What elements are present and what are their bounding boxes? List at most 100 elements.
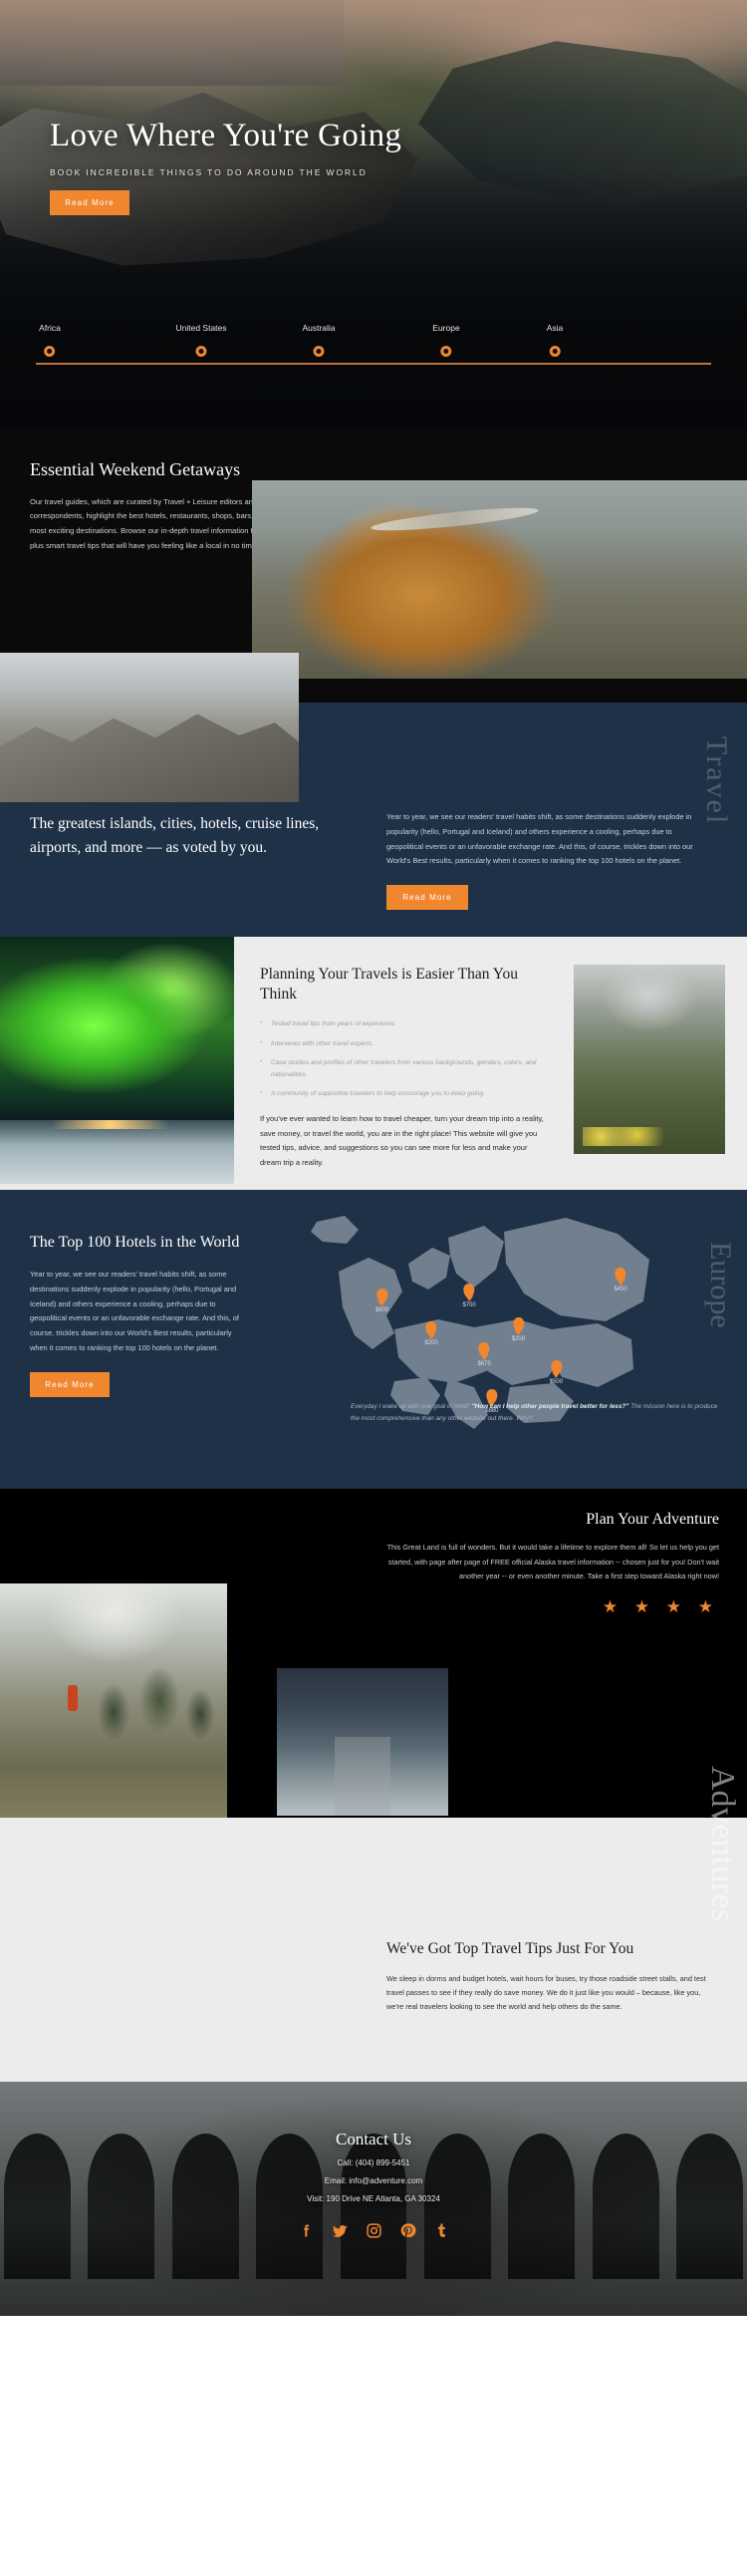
list-item: Interviews with other travel experts. — [260, 1037, 550, 1050]
star-rating: ★ ★ ★ ★ — [375, 1597, 719, 1617]
timeline-label: Australia — [302, 323, 336, 333]
timeline-item-europe[interactable]: Europe — [432, 323, 460, 357]
map-pin-icon — [425, 1321, 437, 1336]
map-pin-price: $200 — [511, 1335, 526, 1342]
planning-heading: Planning Your Travels is Easier Than You… — [260, 966, 518, 1003]
hero-subtitle: BOOK INCREDIBLE THINGS TO DO AROUND THE … — [50, 166, 368, 177]
quote-highlight: "How can I help other people travel bett… — [471, 1403, 629, 1411]
hiker-figure-decoration — [68, 1685, 79, 1712]
cow-horns-decoration — [371, 503, 540, 535]
social-links — [0, 2221, 747, 2240]
mountain-image — [0, 653, 299, 802]
list-item: Case studies and profiles of other trave… — [260, 1056, 550, 1080]
bridge-deck-decoration — [335, 1736, 390, 1817]
hotels-heading: The Top 100 Hotels in the World — [30, 1234, 240, 1252]
timeline-dot-icon[interactable] — [313, 346, 325, 357]
map-pin-price: $450 — [614, 1287, 627, 1293]
mountain-ridge-decoration — [0, 714, 299, 802]
twitter-icon[interactable] — [331, 2221, 350, 2240]
map-pin-icon — [478, 1341, 490, 1356]
timeline-track — [36, 363, 711, 365]
hotels-text-block: The Top 100 Hotels in the World Year to … — [30, 1232, 244, 1397]
travel-landing-page: Love Where You're Going BOOK INCREDIBLE … — [0, 0, 747, 2317]
adventure-body: This Great Land is full of wonders. But … — [386, 1543, 719, 1580]
map-pin-price: $700 — [462, 1302, 476, 1309]
travel-body-text: Year to year, we see our readers' travel… — [386, 812, 693, 866]
footer-phone[interactable]: Call: (404) 899-5451 — [0, 2158, 747, 2167]
map-pin-icon — [512, 1316, 524, 1331]
adventure-text-block: Plan Your Adventure This Great Land is f… — [375, 1511, 719, 1617]
destination-timeline-nav: Africa United States Australia Europe As… — [0, 323, 747, 379]
timeline-dot-icon[interactable] — [44, 346, 56, 357]
essential-heading: Essential Weekend Getaways — [30, 459, 241, 479]
pine-trees-decoration — [91, 1651, 218, 1754]
contact-footer: Contact Us Call: (404) 899-5451 Email: i… — [0, 2082, 747, 2317]
timeline-label: Africa — [39, 323, 61, 333]
tumblr-icon[interactable] — [432, 2221, 451, 2240]
star-icons: ★ ★ ★ ★ — [602, 1597, 719, 1617]
bridge-image — [277, 1668, 448, 1817]
footer-address: Visit: 190 Drive NE Atlanta, GA 30324 — [307, 2194, 440, 2204]
travel-lead-block: The greatest islands, cities, hotels, cr… — [30, 812, 339, 860]
instagram-icon[interactable] — [365, 2221, 383, 2240]
hero-title: Love Where You're Going — [50, 118, 402, 154]
travel-tips-section: Adventures We've Got Top Travel Tips Jus… — [0, 1766, 747, 2083]
adventures-vertical-word: Adventures — [704, 1766, 741, 1923]
travel-body-block: Year to year, we see our readers' travel… — [386, 810, 697, 911]
tips-body: We sleep in dorms and budget hotels, wai… — [386, 1973, 706, 2012]
map-pin-icon — [615, 1268, 626, 1283]
map-pin[interactable]: $800 — [375, 1288, 388, 1313]
timeline-dot-icon[interactable] — [195, 346, 207, 357]
map-pin[interactable]: $200 — [424, 1321, 438, 1347]
aurora-borealis-image — [0, 937, 234, 1184]
planning-body: If you've ever wanted to learn how to tr… — [260, 1113, 544, 1167]
top-hotels-section: The Top 100 Hotels in the World Year to … — [0, 1190, 747, 1490]
footer-title: Contact Us — [335, 2130, 412, 2149]
facebook-icon[interactable] — [297, 2221, 316, 2240]
travel-lead-text: The greatest islands, cities, hotels, cr… — [30, 815, 320, 857]
map-pin[interactable]: $700 — [462, 1284, 476, 1309]
tips-text-block: We've Got Top Travel Tips Just For You W… — [386, 1939, 707, 2014]
timeline-item-africa[interactable]: Africa — [39, 323, 61, 357]
mission-quote: Everyday I wake up with one goal in mind… — [351, 1401, 719, 1425]
highland-cow-image — [252, 480, 747, 679]
pinterest-icon[interactable] — [398, 2221, 417, 2240]
footer-content: Contact Us Call: (404) 899-5451 Email: i… — [0, 2130, 747, 2240]
travel-section: Travel The greatest islands, cities, hot… — [0, 653, 747, 937]
list-item: A community of supportive travelers to h… — [260, 1087, 550, 1100]
europe-vertical-word: Europe — [704, 1242, 737, 1329]
timeline-dot-icon[interactable] — [440, 346, 452, 357]
map-pin[interactable]: $500 — [549, 1359, 564, 1385]
map-pin[interactable]: $200 — [511, 1316, 526, 1342]
timeline-label: Europe — [432, 323, 460, 333]
hotels-read-more-button[interactable]: Read More — [30, 1371, 110, 1397]
timeline-label: Asia — [546, 323, 564, 333]
timeline-item-united-states[interactable]: United States — [175, 323, 227, 357]
hero-section: Love Where You're Going BOOK INCREDIBLE … — [0, 0, 747, 429]
map-pin-icon — [550, 1359, 562, 1374]
wildflowers-decoration — [583, 1127, 674, 1147]
map-pin-price: $800 — [374, 1306, 389, 1313]
map-pin[interactable]: $450 — [614, 1268, 627, 1293]
timeline-item-australia[interactable]: Australia — [302, 323, 336, 357]
travel-read-more-button[interactable]: Read More — [386, 885, 468, 911]
planning-text-block: Planning Your Travels is Easier Than You… — [234, 937, 574, 1190]
map-pin-price: $670 — [477, 1360, 491, 1367]
planning-section: Planning Your Travels is Easier Than You… — [0, 937, 747, 1191]
tips-heading: We've Got Top Travel Tips Just For You — [386, 1940, 634, 1958]
foggy-hillside-image — [574, 965, 725, 1154]
travel-vertical-word: Travel — [700, 736, 733, 826]
footer-email[interactable]: Email: info@adventure.com — [0, 2176, 747, 2185]
map-pin[interactable]: $670 — [477, 1341, 491, 1367]
map-pin-icon — [376, 1288, 388, 1302]
plan-adventure-section: Plan Your Adventure This Great Land is f… — [0, 1489, 747, 1923]
map-pin-price: $500 — [549, 1378, 564, 1385]
hero-read-more-button[interactable]: Read More — [50, 189, 129, 215]
list-item: Tested travel tips from years of experie… — [260, 1017, 550, 1030]
aurora-village-lights-decoration — [28, 1119, 192, 1130]
timeline-item-asia[interactable]: Asia — [546, 323, 564, 357]
timeline-dot-icon[interactable] — [549, 346, 561, 357]
hotels-body: Year to year, we see our readers' travel… — [30, 1270, 239, 1353]
quote-intro: Everyday I wake up with one goal in mind… — [351, 1403, 472, 1411]
map-pin-price: $200 — [424, 1340, 438, 1347]
